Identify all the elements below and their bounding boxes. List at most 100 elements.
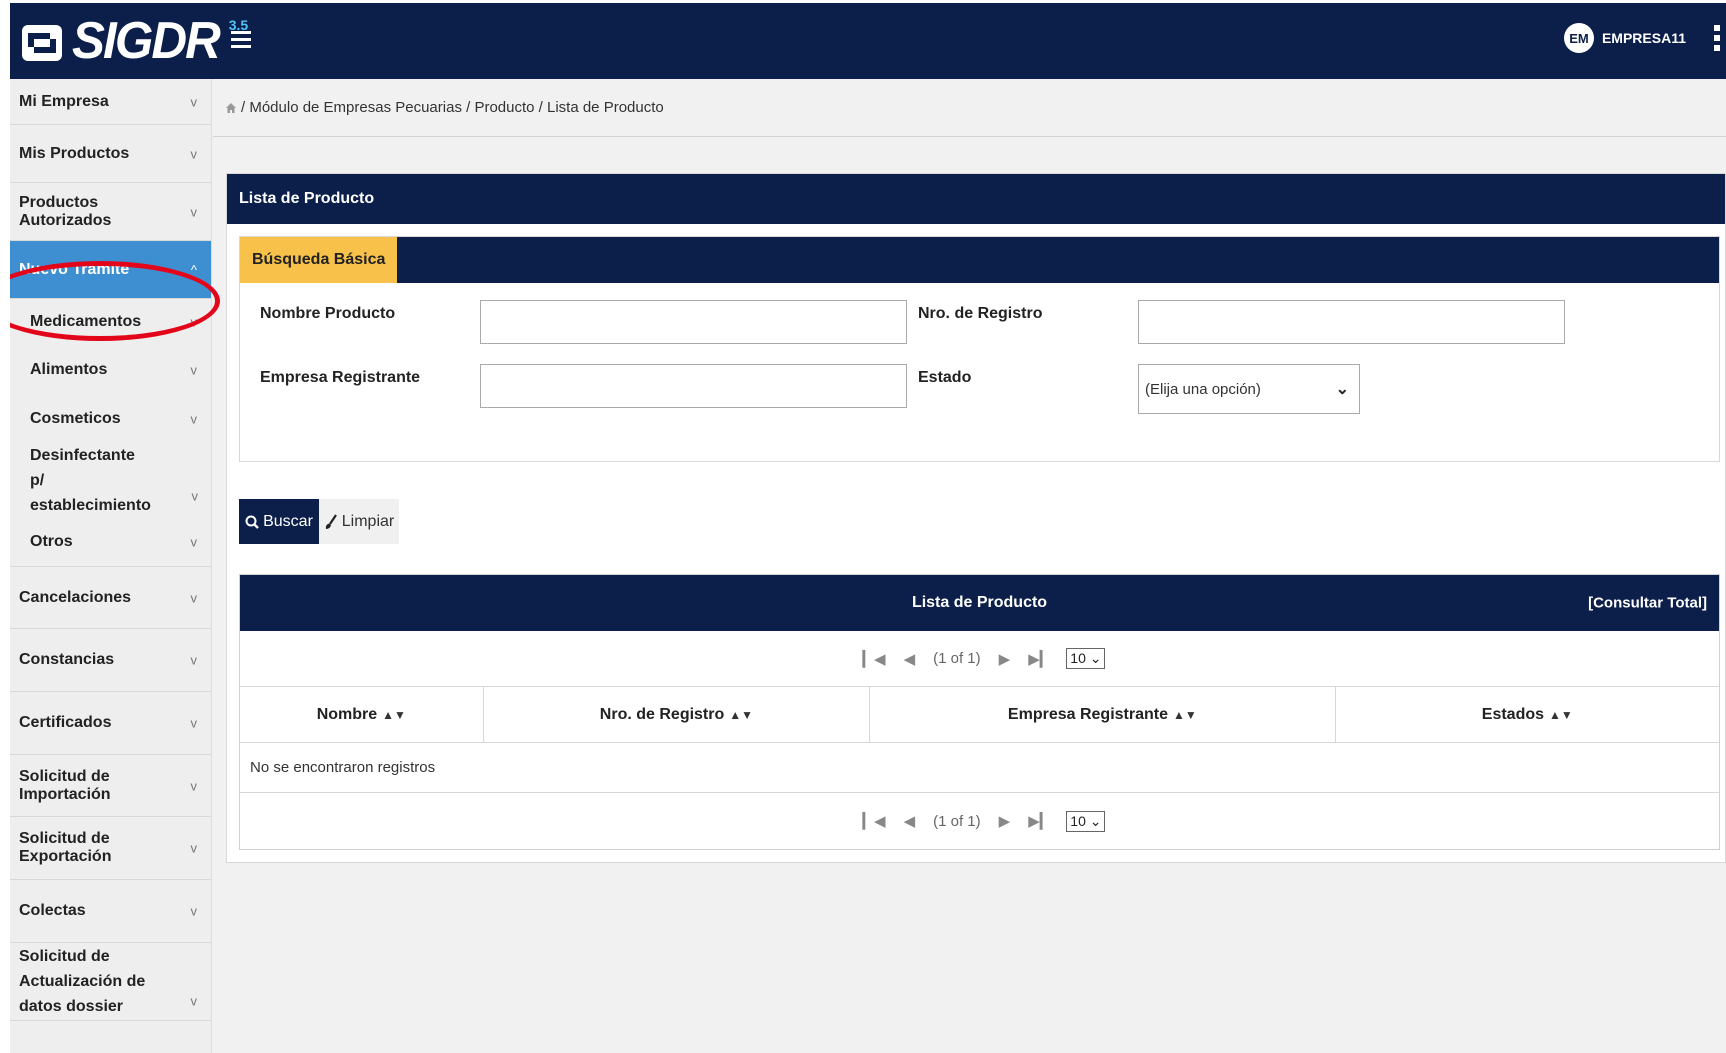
rows-per-page-select[interactable]: 10 ⌄ xyxy=(1066,648,1106,669)
brush-icon xyxy=(325,513,337,529)
buscar-button[interactable]: Buscar xyxy=(239,499,319,544)
chevron-down-icon: v xyxy=(190,146,198,161)
sidebar-item-constancias[interactable]: Constancias v xyxy=(10,629,211,692)
sidebar-subitem-desinfectante[interactable]: Desinfectante p/ establecimiento v xyxy=(10,443,198,518)
first-page-icon[interactable]: ▎◀ xyxy=(863,650,886,668)
rows-per-page-select[interactable]: 10 ⌄ xyxy=(1066,810,1106,832)
page-report: (1 of 1) xyxy=(933,650,981,667)
sidebar-item-label: Productos Autorizados xyxy=(19,193,112,229)
sidebar-subitem-label: Alimentos xyxy=(30,360,108,378)
column-label: Estados xyxy=(1481,705,1545,723)
nro-registro-input[interactable] xyxy=(1138,300,1565,344)
top-bar: SIGDR 3.5 EM EMPRESA11 xyxy=(10,3,1726,79)
nro-registro-label: Nro. de Registro xyxy=(918,305,1043,322)
sidebar-item-label: Constancias xyxy=(19,651,115,668)
search-icon xyxy=(245,515,259,529)
product-list-panel: Lista de Producto Búsqueda Básica Nombre… xyxy=(226,173,1726,863)
avatar: EM xyxy=(1563,23,1594,53)
sidebar-item-solicitud-exportacion[interactable]: Solicitud de Exportación v xyxy=(10,817,211,880)
sidebar: Mi Empresa v Mis Productos v Productos A… xyxy=(10,79,212,1053)
paginator-bottom: ▎◀ ◀ (1 of 1) ▶ ▶▎ 10 ⌄ xyxy=(240,793,1719,849)
sidebar-item-label: Solicitud de Actualización de datos doss… xyxy=(19,948,146,1015)
estado-select[interactable]: (Elija una opción) ⌄ xyxy=(1138,364,1360,414)
sort-icon: ▲▼ xyxy=(1549,707,1573,722)
nombre-producto-label: Nombre Producto xyxy=(260,305,396,322)
menu-toggle-icon[interactable] xyxy=(231,31,251,51)
empty-message: No se encontraron registros xyxy=(250,759,436,776)
last-page-icon[interactable]: ▶▎ xyxy=(1028,650,1051,668)
chevron-down-icon: v xyxy=(190,411,198,426)
column-empresa-registrante[interactable]: Empresa Registrante ▲▼ xyxy=(870,687,1336,742)
tab-busqueda-basica[interactable]: Búsqueda Básica xyxy=(240,237,398,283)
chevron-down-icon: v xyxy=(190,204,198,219)
chevron-down-icon: v xyxy=(190,534,198,550)
sidebar-item-mis-productos[interactable]: Mis Productos v xyxy=(10,125,211,183)
table-title: Lista de Producto xyxy=(911,594,1048,611)
logo[interactable]: SIGDR 3.5 xyxy=(20,15,248,67)
estado-selected-value: (Elija una opción) xyxy=(1145,380,1261,398)
rows-per-page-value: 10 xyxy=(1070,812,1086,829)
chevron-down-icon: v xyxy=(190,903,198,919)
results-table: Lista de Producto [Consultar Total] ▎◀ ◀… xyxy=(239,574,1720,850)
paginator-top: ▎◀ ◀ (1 of 1) ▶ ▶▎ 10 ⌄ xyxy=(240,631,1719,687)
sort-icon: ▲▼ xyxy=(1172,707,1197,722)
sidebar-item-label: Mis Productos xyxy=(19,144,130,162)
sidebar-item-actualizacion-dossier[interactable]: Solicitud de Actualización de datos doss… xyxy=(10,943,211,1021)
sidebar-item-cancelaciones[interactable]: Cancelaciones v xyxy=(10,567,211,629)
sidebar-subitem-medicamentos[interactable]: Medicamentos v xyxy=(10,299,211,345)
sidebar-item-label: Cancelaciones xyxy=(19,588,132,606)
sidebar-item-label: Colectas xyxy=(19,902,86,919)
column-label: Empresa Registrante xyxy=(1007,705,1168,723)
chevron-down-icon: v xyxy=(190,993,198,1009)
breadcrumb-path[interactable]: / Módulo de Empresas Pecuarias / Product… xyxy=(241,99,664,116)
sidebar-item-mi-empresa[interactable]: Mi Empresa v xyxy=(10,79,211,125)
last-page-icon[interactable]: ▶▎ xyxy=(1028,812,1051,830)
estado-label: Estado xyxy=(918,369,972,386)
empresa-registrante-input[interactable] xyxy=(480,364,907,408)
sidebar-item-label: Nuevo Trámite xyxy=(19,260,130,278)
consultar-total-link[interactable]: [Consultar Total] xyxy=(1588,595,1707,612)
home-icon[interactable] xyxy=(225,102,237,114)
sidebar-item-certificados[interactable]: Certificados v xyxy=(10,692,211,755)
sidebar-subitem-otros[interactable]: Otros v xyxy=(10,518,211,567)
sidebar-subitem-alimentos[interactable]: Alimentos v xyxy=(10,345,211,394)
prev-page-icon[interactable]: ◀ xyxy=(904,650,916,668)
sidebar-item-label: Solicitud de Exportación xyxy=(19,830,112,865)
logo-mark-icon xyxy=(22,25,62,61)
column-nombre[interactable]: Nombre ▲▼ xyxy=(240,687,484,742)
sidebar-item-solicitud-importacion[interactable]: Solicitud de Importación v xyxy=(10,755,211,817)
chevron-down-icon: v xyxy=(190,94,198,109)
breadcrumb: / Módulo de Empresas Pecuarias / Product… xyxy=(213,79,1726,137)
sidebar-item-productos-autorizados[interactable]: Productos Autorizados v xyxy=(10,183,211,241)
sort-icon: ▲▼ xyxy=(729,707,754,722)
sidebar-subitem-label: Otros xyxy=(30,533,73,550)
column-nro-registro[interactable]: Nro. de Registro ▲▼ xyxy=(484,687,871,742)
empresa-registrante-label: Empresa Registrante xyxy=(260,369,421,386)
limpiar-label: Limpiar xyxy=(341,512,395,530)
next-page-icon[interactable]: ▶ xyxy=(999,812,1011,830)
limpiar-button[interactable]: Limpiar xyxy=(319,499,399,544)
next-page-icon[interactable]: ▶ xyxy=(999,650,1011,668)
first-page-icon[interactable]: ▎◀ xyxy=(863,812,886,830)
page-report: (1 of 1) xyxy=(933,812,981,830)
chevron-down-icon: v xyxy=(191,488,199,503)
sidebar-item-label: Mi Empresa xyxy=(19,92,109,110)
sidebar-item-label: Certificados xyxy=(19,714,112,731)
column-estados[interactable]: Estados ▲▼ xyxy=(1336,687,1719,742)
prev-page-icon[interactable]: ◀ xyxy=(904,812,916,830)
column-label: Nombre xyxy=(316,705,378,723)
page-title: Lista de Producto xyxy=(239,190,375,207)
sidebar-item-nuevo-tramite[interactable]: Nuevo Trámite ^ xyxy=(10,241,211,299)
chevron-down-icon: ⌄ xyxy=(1335,381,1349,398)
user-menu[interactable]: EM EMPRESA11 xyxy=(1563,23,1686,53)
logo-text: SIGDR xyxy=(72,12,221,70)
column-label: Nro. de Registro xyxy=(599,705,725,723)
table-header: Lista de Producto [Consultar Total] xyxy=(240,575,1719,631)
sidebar-item-colectas[interactable]: Colectas v xyxy=(10,880,211,943)
sidebar-subitem-label: Cosmeticos xyxy=(30,409,121,427)
chevron-down-icon: v xyxy=(190,314,198,330)
nombre-producto-input[interactable] xyxy=(480,300,907,344)
sidebar-subitem-cosmeticos[interactable]: Cosmeticos v xyxy=(10,394,211,443)
more-options-icon[interactable] xyxy=(1714,25,1720,55)
chevron-down-icon: v xyxy=(190,362,198,377)
